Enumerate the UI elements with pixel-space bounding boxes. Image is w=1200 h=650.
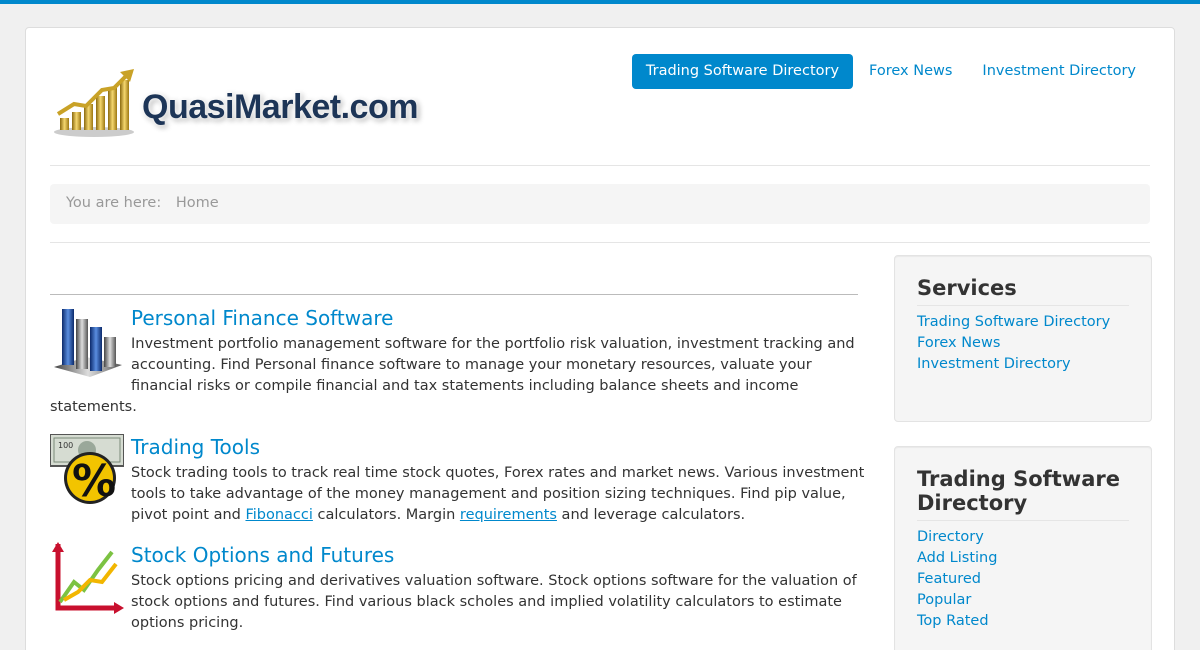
breadcrumb: You are here: Home: [50, 184, 1150, 224]
main-nav: Trading Software Directory Forex News In…: [630, 54, 1150, 89]
nav-investment-directory[interactable]: Investment Directory: [968, 54, 1150, 89]
directory-panel: Trading Software Directory Directory Add…: [894, 446, 1152, 650]
dollar-percent-icon: 100 %: [49, 433, 125, 507]
article-text-part: calculators. Margin: [312, 507, 460, 523]
sidebar-link-featured[interactable]: Featured: [917, 569, 1129, 590]
breadcrumb-prefix: You are here:: [66, 195, 162, 211]
services-panel: Services Trading Software Directory Fore…: [894, 255, 1152, 422]
sidebar-link-investment-directory[interactable]: Investment Directory: [917, 354, 1129, 375]
article-text: Stock options pricing and derivatives va…: [131, 573, 857, 631]
sidebar-link-add-listing[interactable]: Add Listing: [917, 548, 1129, 569]
svg-text:%: %: [72, 456, 116, 506]
page-container: QuasiMarket.com Trading Software Directo…: [25, 27, 1175, 650]
bar-chart-icon: [50, 305, 124, 377]
article-title[interactable]: Stock Options and Futures: [50, 542, 872, 568]
content-divider: [50, 294, 858, 295]
article-trading-tools: 100 % Trading Tools Stock trading tools …: [49, 433, 872, 526]
article-text: Investment portfolio management software…: [50, 336, 855, 415]
sidebar-link-popular[interactable]: Popular: [917, 590, 1129, 611]
article-title[interactable]: Personal Finance Software: [50, 305, 872, 331]
article-personal-finance: Personal Finance Software Investment por…: [50, 305, 872, 418]
main-content: Personal Finance Software Investment por…: [49, 294, 872, 634]
article-text-part: and leverage calculators.: [556, 507, 746, 523]
sidebar-link-trading-software-directory[interactable]: Trading Software Directory: [917, 312, 1129, 333]
nav-trading-software-directory[interactable]: Trading Software Directory: [631, 54, 854, 89]
header-divider: [50, 165, 1150, 166]
top-accent-bar: [0, 0, 1200, 4]
directory-heading: Trading Software Directory: [917, 467, 1129, 521]
article-title[interactable]: Trading Tools: [50, 434, 872, 460]
fibonacci-link[interactable]: Fibonacci: [245, 507, 312, 523]
sidebar-link-directory[interactable]: Directory: [917, 527, 1129, 548]
nav-forex-news[interactable]: Forex News: [855, 54, 966, 89]
site-logo[interactable]: QuasiMarket.com: [54, 68, 424, 138]
services-heading: Services: [917, 276, 1129, 306]
article-stock-options: Stock Options and Futures Stock options …: [50, 542, 872, 634]
sidebar-link-forex-news[interactable]: Forex News: [917, 333, 1129, 354]
requirements-link[interactable]: requirements: [460, 507, 557, 523]
sidebar-link-top-rated[interactable]: Top Rated: [917, 611, 1129, 632]
svg-text:100: 100: [58, 441, 73, 450]
line-graph-icon: [50, 542, 124, 614]
breadcrumb-divider: [50, 242, 1150, 243]
logo-text: QuasiMarket.com: [142, 88, 418, 126]
article-text: Stock trading tools to track real time s…: [50, 463, 872, 526]
breadcrumb-home: Home: [175, 195, 219, 211]
rising-chart-logo-icon: [54, 69, 134, 137]
